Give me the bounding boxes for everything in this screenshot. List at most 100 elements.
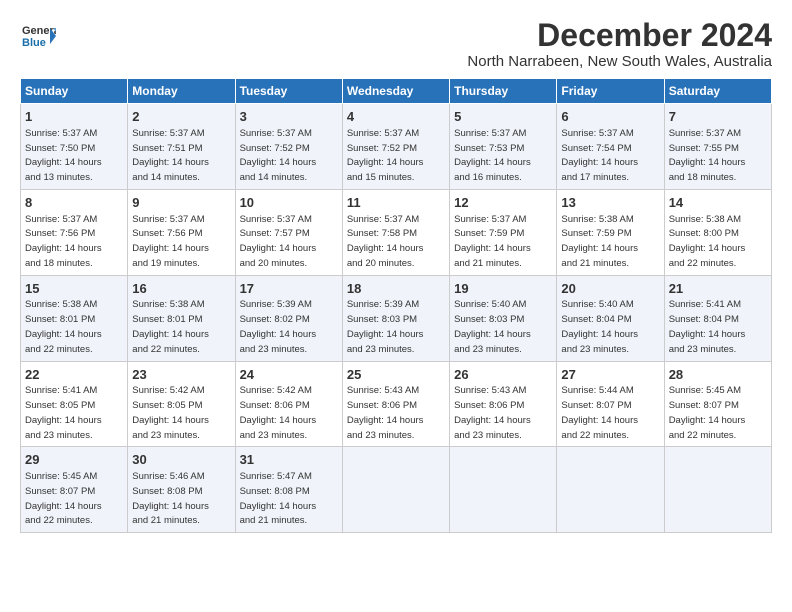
day-number: 5 — [454, 108, 552, 126]
day-info: Sunrise: 5:37 AM Sunset: 7:53 PM Dayligh… — [454, 128, 531, 183]
col-thursday: Thursday — [450, 79, 557, 104]
cell-w0-d5: 6 Sunrise: 5:37 AM Sunset: 7:54 PM Daylig… — [557, 104, 664, 190]
day-info: Sunrise: 5:45 AM Sunset: 8:07 PM Dayligh… — [25, 471, 102, 526]
day-info: Sunrise: 5:44 AM Sunset: 8:07 PM Dayligh… — [561, 385, 638, 440]
day-info: Sunrise: 5:37 AM Sunset: 7:50 PM Dayligh… — [25, 128, 102, 183]
header: General Blue December 2024 North Narrabe… — [20, 18, 772, 70]
day-info: Sunrise: 5:37 AM Sunset: 7:55 PM Dayligh… — [669, 128, 746, 183]
day-info: Sunrise: 5:41 AM Sunset: 8:04 PM Dayligh… — [669, 299, 746, 354]
day-info: Sunrise: 5:43 AM Sunset: 8:06 PM Dayligh… — [347, 385, 424, 440]
day-number: 16 — [132, 280, 230, 298]
day-number: 1 — [25, 108, 123, 126]
day-info: Sunrise: 5:37 AM Sunset: 7:52 PM Dayligh… — [347, 128, 424, 183]
cell-w1-d4: 12Sunrise: 5:37 AM Sunset: 7:59 PM Dayli… — [450, 189, 557, 275]
cell-w2-d0: 15Sunrise: 5:38 AM Sunset: 8:01 PM Dayli… — [21, 275, 128, 361]
day-info: Sunrise: 5:47 AM Sunset: 8:08 PM Dayligh… — [240, 471, 317, 526]
day-info: Sunrise: 5:38 AM Sunset: 7:59 PM Dayligh… — [561, 214, 638, 269]
day-info: Sunrise: 5:37 AM Sunset: 7:56 PM Dayligh… — [25, 214, 102, 269]
cell-w1-d1: 9Sunrise: 5:37 AM Sunset: 7:56 PM Daylig… — [128, 189, 235, 275]
cell-w2-d1: 16Sunrise: 5:38 AM Sunset: 8:01 PM Dayli… — [128, 275, 235, 361]
col-monday: Monday — [128, 79, 235, 104]
cell-w0-d0: 1 Sunrise: 5:37 AM Sunset: 7:50 PM Daylig… — [21, 104, 128, 190]
day-number: 21 — [669, 280, 767, 298]
logo: General Blue — [20, 18, 56, 54]
cell-w4-d4 — [450, 447, 557, 533]
cell-w3-d4: 26Sunrise: 5:43 AM Sunset: 8:06 PM Dayli… — [450, 361, 557, 447]
week-row-1: 8 Sunrise: 5:37 AM Sunset: 7:56 PM Daylig… — [21, 189, 772, 275]
day-number: 20 — [561, 280, 659, 298]
col-tuesday: Tuesday — [235, 79, 342, 104]
cell-w1-d5: 13 Sunrise: 5:38 AM Sunset: 7:59 PM Dayli… — [557, 189, 664, 275]
day-number: 26 — [454, 366, 552, 384]
cell-w4-d1: 30 Sunrise: 5:46 AM Sunset: 8:08 PM Dayli… — [128, 447, 235, 533]
day-number: 17 — [240, 280, 338, 298]
cell-w0-d6: 7 Sunrise: 5:37 AM Sunset: 7:55 PM Daylig… — [664, 104, 771, 190]
week-row-3: 22Sunrise: 5:41 AM Sunset: 8:05 PM Dayli… — [21, 361, 772, 447]
week-row-0: 1 Sunrise: 5:37 AM Sunset: 7:50 PM Daylig… — [21, 104, 772, 190]
day-number: 7 — [669, 108, 767, 126]
cell-w4-d3 — [342, 447, 449, 533]
day-info: Sunrise: 5:42 AM Sunset: 8:05 PM Dayligh… — [132, 385, 209, 440]
day-number: 27 — [561, 366, 659, 384]
col-saturday: Saturday — [664, 79, 771, 104]
day-number: 12 — [454, 194, 552, 212]
day-info: Sunrise: 5:38 AM Sunset: 8:01 PM Dayligh… — [25, 299, 102, 354]
day-number: 3 — [240, 108, 338, 126]
day-info: Sunrise: 5:37 AM Sunset: 7:54 PM Dayligh… — [561, 128, 638, 183]
day-info: Sunrise: 5:37 AM Sunset: 7:51 PM Dayligh… — [132, 128, 209, 183]
cell-w3-d5: 27Sunrise: 5:44 AM Sunset: 8:07 PM Dayli… — [557, 361, 664, 447]
cell-w4-d2: 31 Sunrise: 5:47 AM Sunset: 8:08 PM Dayli… — [235, 447, 342, 533]
cell-w3-d3: 25Sunrise: 5:43 AM Sunset: 8:06 PM Dayli… — [342, 361, 449, 447]
day-number: 10 — [240, 194, 338, 212]
header-row: Sunday Monday Tuesday Wednesday Thursday… — [21, 79, 772, 104]
subtitle: North Narrabeen, New South Wales, Austra… — [467, 53, 772, 70]
day-number: 29 — [25, 451, 123, 469]
day-info: Sunrise: 5:39 AM Sunset: 8:02 PM Dayligh… — [240, 299, 317, 354]
day-number: 8 — [25, 194, 123, 212]
cell-w4-d0: 29 Sunrise: 5:45 AM Sunset: 8:07 PM Dayli… — [21, 447, 128, 533]
day-number: 14 — [669, 194, 767, 212]
day-number: 19 — [454, 280, 552, 298]
day-number: 4 — [347, 108, 445, 126]
cell-w1-d3: 11 Sunrise: 5:37 AM Sunset: 7:58 PM Dayli… — [342, 189, 449, 275]
day-number: 22 — [25, 366, 123, 384]
day-info: Sunrise: 5:37 AM Sunset: 7:58 PM Dayligh… — [347, 214, 424, 269]
week-row-4: 29 Sunrise: 5:45 AM Sunset: 8:07 PM Dayli… — [21, 447, 772, 533]
col-friday: Friday — [557, 79, 664, 104]
day-info: Sunrise: 5:40 AM Sunset: 8:03 PM Dayligh… — [454, 299, 531, 354]
day-info: Sunrise: 5:41 AM Sunset: 8:05 PM Dayligh… — [25, 385, 102, 440]
day-info: Sunrise: 5:38 AM Sunset: 8:00 PM Dayligh… — [669, 214, 746, 269]
day-info: Sunrise: 5:37 AM Sunset: 7:56 PM Dayligh… — [132, 214, 209, 269]
day-number: 11 — [347, 194, 445, 212]
day-info: Sunrise: 5:42 AM Sunset: 8:06 PM Dayligh… — [240, 385, 317, 440]
day-info: Sunrise: 5:39 AM Sunset: 8:03 PM Dayligh… — [347, 299, 424, 354]
cell-w3-d1: 23Sunrise: 5:42 AM Sunset: 8:05 PM Dayli… — [128, 361, 235, 447]
day-info: Sunrise: 5:37 AM Sunset: 7:52 PM Dayligh… — [240, 128, 317, 183]
cell-w0-d3: 4 Sunrise: 5:37 AM Sunset: 7:52 PM Daylig… — [342, 104, 449, 190]
day-info: Sunrise: 5:43 AM Sunset: 8:06 PM Dayligh… — [454, 385, 531, 440]
day-number: 31 — [240, 451, 338, 469]
day-number: 15 — [25, 280, 123, 298]
title-block: December 2024 North Narrabeen, New South… — [467, 18, 772, 70]
day-number: 25 — [347, 366, 445, 384]
day-number: 30 — [132, 451, 230, 469]
cell-w2-d6: 21Sunrise: 5:41 AM Sunset: 8:04 PM Dayli… — [664, 275, 771, 361]
cell-w1-d2: 10Sunrise: 5:37 AM Sunset: 7:57 PM Dayli… — [235, 189, 342, 275]
cell-w2-d3: 18Sunrise: 5:39 AM Sunset: 8:03 PM Dayli… — [342, 275, 449, 361]
cell-w3-d6: 28Sunrise: 5:45 AM Sunset: 8:07 PM Dayli… — [664, 361, 771, 447]
week-row-2: 15Sunrise: 5:38 AM Sunset: 8:01 PM Dayli… — [21, 275, 772, 361]
day-number: 23 — [132, 366, 230, 384]
day-info: Sunrise: 5:45 AM Sunset: 8:07 PM Dayligh… — [669, 385, 746, 440]
logo-icon: General Blue — [20, 18, 56, 54]
cell-w3-d2: 24Sunrise: 5:42 AM Sunset: 8:06 PM Dayli… — [235, 361, 342, 447]
day-number: 6 — [561, 108, 659, 126]
day-info: Sunrise: 5:46 AM Sunset: 8:08 PM Dayligh… — [132, 471, 209, 526]
day-number: 2 — [132, 108, 230, 126]
cell-w4-d6 — [664, 447, 771, 533]
col-sunday: Sunday — [21, 79, 128, 104]
page: General Blue December 2024 North Narrabe… — [0, 0, 792, 543]
day-info: Sunrise: 5:40 AM Sunset: 8:04 PM Dayligh… — [561, 299, 638, 354]
cell-w0-d2: 3 Sunrise: 5:37 AM Sunset: 7:52 PM Daylig… — [235, 104, 342, 190]
day-number: 13 — [561, 194, 659, 212]
cell-w1-d6: 14 Sunrise: 5:38 AM Sunset: 8:00 PM Dayli… — [664, 189, 771, 275]
